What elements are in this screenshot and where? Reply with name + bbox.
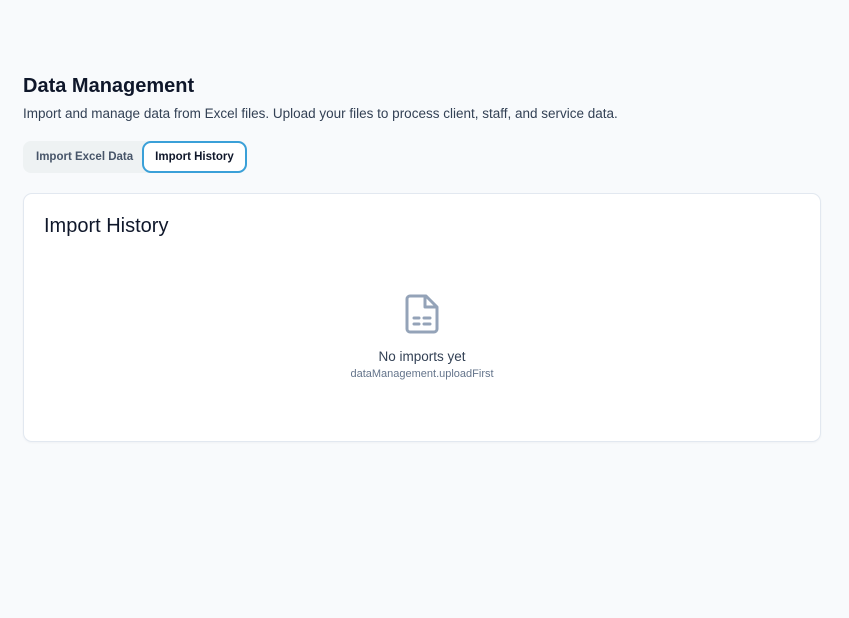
file-text-icon xyxy=(405,294,439,334)
page-title: Data Management xyxy=(23,75,195,97)
empty-state-description: dataManagement.uploadFirst xyxy=(350,368,494,380)
card-title: Import History xyxy=(44,215,169,237)
data-management-page: Data Management Import and manage data f… xyxy=(23,72,821,442)
tab-import-history[interactable]: Import History xyxy=(142,141,247,173)
tab-list: Import Excel Data Import History xyxy=(23,141,247,173)
import-history-card: Import History No imports yet dataManage… xyxy=(23,193,821,442)
empty-state-title: No imports yet xyxy=(378,349,466,364)
tab-import-excel-data[interactable]: Import Excel Data xyxy=(23,142,140,172)
empty-state: No imports yet dataManagement.uploadFirs… xyxy=(24,294,820,381)
page-subtitle: Import and manage data from Excel files.… xyxy=(23,106,618,121)
